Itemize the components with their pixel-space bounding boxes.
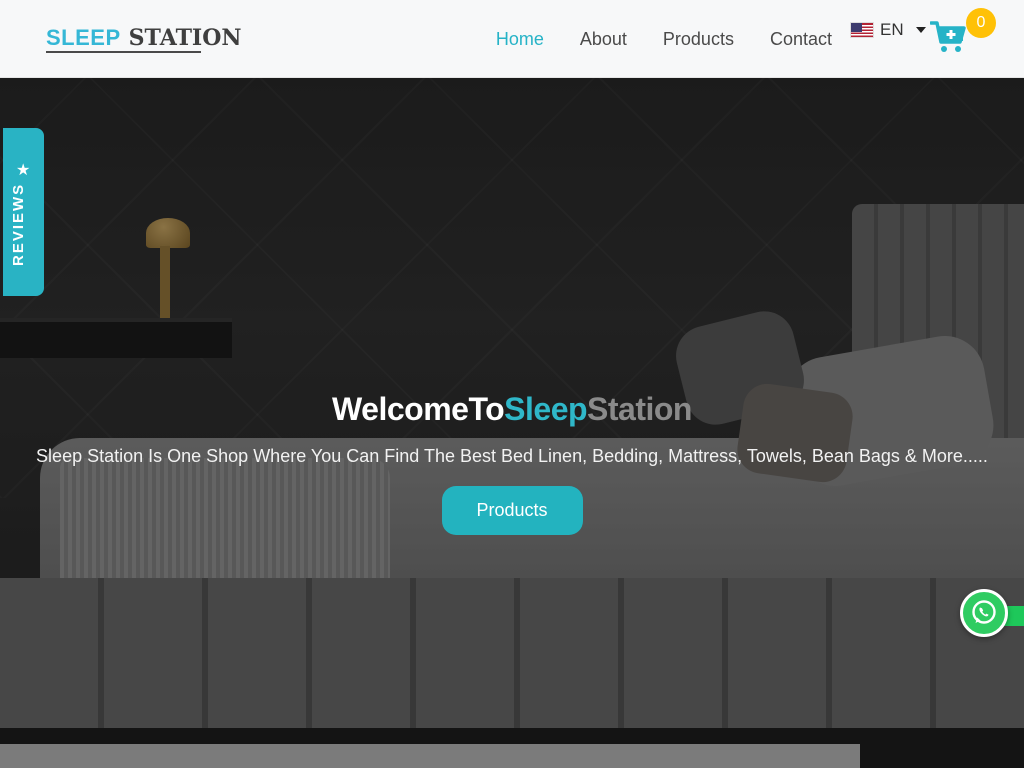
hero-subtitle: Sleep Station Is One Shop Where You Can … xyxy=(36,446,988,466)
hero-title-welcome: WelcomeTo xyxy=(332,391,505,427)
hero-title: WelcomeToSleepStation xyxy=(0,390,1024,428)
reviews-label: REVIEWS xyxy=(10,182,27,266)
hero-title-station: Station xyxy=(587,391,692,427)
language-selector[interactable]: EN xyxy=(850,20,926,40)
hero-content: WelcomeToSleepStation Sleep Station Is O… xyxy=(0,390,1024,535)
language-code: EN xyxy=(880,20,904,39)
logo-word-sleep: SLEEP xyxy=(46,25,121,50)
reviews-tab[interactable]: ★ REVIEWS xyxy=(3,128,44,296)
site-logo[interactable]: SLEEP STATION xyxy=(46,25,242,53)
cart-count-badge: 0 xyxy=(966,8,996,38)
nav-contact[interactable]: Contact xyxy=(770,28,832,50)
whatsapp-button[interactable] xyxy=(960,589,1008,637)
nav-home[interactable]: Home xyxy=(496,28,544,50)
logo-word-station: STATION xyxy=(128,25,242,51)
us-flag-icon xyxy=(850,22,874,38)
main-nav: Home About Products Contact xyxy=(496,28,832,50)
cart-plus-icon xyxy=(929,21,966,52)
hero-title-sleep: Sleep xyxy=(504,391,588,427)
star-icon: ★ xyxy=(16,162,31,179)
products-button[interactable]: Products xyxy=(441,486,583,535)
site-header: SLEEP STATION Home About Products Contac… xyxy=(0,0,1024,78)
nav-products[interactable]: Products xyxy=(663,28,734,50)
nav-about[interactable]: About xyxy=(580,28,627,50)
whatsapp-icon xyxy=(972,600,996,624)
chevron-down-icon xyxy=(915,27,926,33)
cart-button[interactable] xyxy=(929,20,966,54)
hero-banner: WelcomeToSleepStation Sleep Station Is O… xyxy=(0,78,1024,768)
